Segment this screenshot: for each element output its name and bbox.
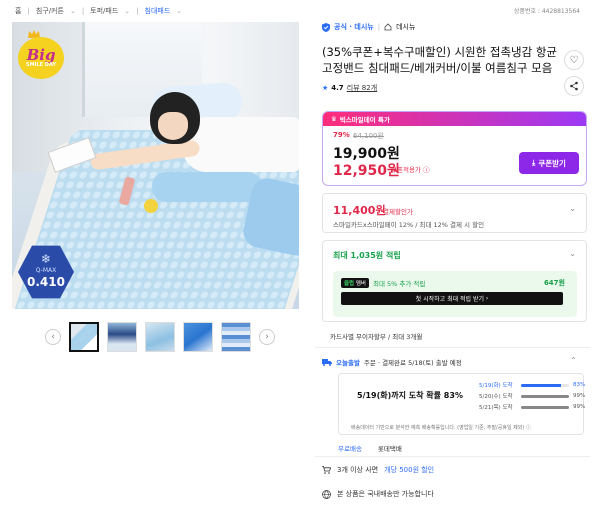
breadcrumb-separator: | — [136, 7, 139, 15]
coupon-price-label[interactable]: 쿠폰적용가 ⓘ — [391, 164, 429, 174]
arrival-row: 5/20(수) 도착 99% — [479, 393, 586, 400]
home-icon — [384, 23, 392, 31]
breadcrumb-level-2[interactable]: 토퍼/패드 — [90, 6, 118, 16]
chevron-down-icon[interactable]: ⌄ — [176, 7, 182, 15]
chevron-left-icon[interactable]: ‹ — [45, 329, 61, 345]
star-icon: ★ — [322, 84, 329, 92]
big-smile-day-badge: Big SMILE DAY — [18, 37, 64, 79]
arrival-bar-fill — [521, 394, 569, 398]
shield-check-icon — [322, 22, 330, 32]
chevron-down-icon[interactable]: ⌄ — [569, 249, 576, 258]
truck-icon — [322, 359, 332, 366]
chevron-down-icon[interactable]: ⌄ — [569, 204, 576, 213]
official-store-label[interactable]: 공식 · 데시뉴 — [334, 22, 374, 32]
installment-info: 카드사별 무이자할부 / 최대 3개월 — [330, 333, 423, 341]
discount-percent: 79% — [333, 131, 350, 139]
bulk-discount: 3개 이상 사면 개당 500원 할인 — [322, 465, 434, 475]
snowflake-icon: ❄ — [40, 252, 52, 266]
breadcrumb-level-1[interactable]: 침구/커튼 — [36, 6, 64, 16]
card-discount-desc: 스마일카드x스마일페이 12% / 최대 12% 결제 시 할인 — [333, 221, 485, 229]
arrival-row: 5/21(목) 도착 99% — [479, 404, 586, 411]
breadcrumb-separator: | — [81, 7, 85, 15]
thumbnail-1[interactable] — [69, 322, 99, 352]
tab-courier[interactable]: 롯데택배 — [378, 443, 402, 453]
chevron-up-icon[interactable]: ⌃ — [570, 356, 577, 365]
cart-icon — [322, 466, 331, 474]
coupon-price: 12,950원 — [333, 163, 400, 179]
arrival-bar-fill — [521, 383, 561, 387]
breadcrumb: 홈 | 침구/커튼 ⌄ | 토퍼/패드 ⌄ | 침대패드 ⌄ — [15, 6, 182, 16]
original-price: 64,100원 — [353, 132, 384, 140]
delivery-tabs: 무료배송 롯데택배 — [338, 443, 402, 453]
club-reward: 클럽 멤버 최대 5% 추가 적립 647원 첫 시작하고 최대 적립 받기 › — [333, 271, 577, 317]
divider — [315, 347, 590, 348]
breadcrumb-home[interactable]: 홈 — [15, 6, 21, 16]
thumbnail-5[interactable] — [221, 322, 251, 352]
thumbnail-3[interactable] — [145, 322, 175, 352]
dispatch-date: 주문 · 결제완료 5/18(토) 출발 예정 — [363, 359, 462, 367]
download-icon: ⤓ — [532, 158, 536, 167]
store-info: 공식 · 데시뉴 | 데시뉴 — [322, 22, 415, 32]
deal-banner: ♛ 빅스마일데이 특가 — [323, 112, 586, 126]
arrival-note: 배송데이터 기반으로 분석한 예측 배송확률입니다. (영업일 기준, 주말/공… — [351, 425, 531, 431]
breadcrumb-separator: | — [27, 7, 30, 15]
card-discount-box[interactable]: 11,400원 결제할인가 스마일카드x스마일페이 12% / 최대 12% 결… — [322, 193, 587, 233]
qmax-badge: ❄ Q-MAX 0.410 — [18, 244, 74, 300]
card-discount-label: 결제할인가 — [383, 208, 413, 216]
arrival-bar-fill — [521, 405, 569, 409]
breadcrumb-current[interactable]: 침대패드 — [145, 6, 171, 16]
thumbnail-4[interactable] — [183, 322, 213, 352]
divider — [315, 456, 590, 457]
deal-box: ♛ 빅스마일데이 특가 79% 64,100원 19,900원 12,950원 … — [322, 111, 587, 186]
thumbnail-2[interactable] — [107, 322, 137, 352]
club-badge: 클럽 멤버 — [341, 278, 369, 288]
chevron-down-icon[interactable]: ⌄ — [124, 7, 130, 15]
club-reward-text: 최대 5% 추가 적립 — [373, 280, 426, 288]
arrival-headline: 5/19(화)까지 도착 확률 83% — [357, 391, 463, 400]
chevron-down-icon[interactable]: ⌄ — [70, 7, 76, 15]
shipping-notice: 본 상품은 국내배송만 가능합니다 — [322, 489, 434, 499]
reward-title: 최대 1,035원 적립 — [333, 251, 401, 260]
club-start-button[interactable]: 첫 시작하고 최대 적립 받기 › — [341, 292, 563, 305]
card-discount-price: 11,400원 — [333, 204, 386, 217]
thumbnail-strip: ‹ › — [45, 322, 275, 352]
heart-icon[interactable]: ♡ — [564, 50, 584, 70]
store-name-link[interactable]: 데시뉴 — [396, 22, 415, 32]
delivery-info: 오늘출발 주문 · 결제완료 5/18(토) 출발 예정 — [322, 357, 462, 367]
chevron-right-icon[interactable]: › — [259, 329, 275, 345]
tab-free-shipping[interactable]: 무료배송 — [338, 443, 362, 453]
share-icon[interactable] — [564, 76, 584, 96]
arrival-probability: 5/19(화)까지 도착 확률 83% 5/19(화) 도착 83% 5/20(… — [338, 373, 586, 435]
rating-score: 4.7 — [331, 84, 344, 92]
club-reward-amount: 647원 — [543, 279, 565, 287]
product-title: (35%쿠폰+복수구매할인) 시원한 접촉냉감 항균 고정밴드 침대패드/베개커… — [322, 45, 557, 75]
coupon-download-button[interactable]: ⤓ 쿠폰받기 — [519, 152, 579, 174]
crown-icon: ♛ — [331, 115, 337, 123]
product-number: 상품번호 : 4428813564 — [513, 8, 580, 15]
today-dispatch-label: 오늘출발 — [336, 359, 360, 367]
rating: ★ 4.7 리뷰 82개 — [322, 83, 377, 93]
globe-icon — [322, 489, 331, 499]
review-count-link[interactable]: 리뷰 82개 — [347, 83, 377, 93]
arrival-row: 5/19(화) 도착 83% — [479, 382, 586, 389]
bulk-discount-amount: 개당 500원 할인 — [384, 466, 435, 474]
reward-box: 최대 1,035원 적립 ⌄ 클럽 멤버 최대 5% 추가 적립 647원 첫 … — [322, 240, 587, 322]
